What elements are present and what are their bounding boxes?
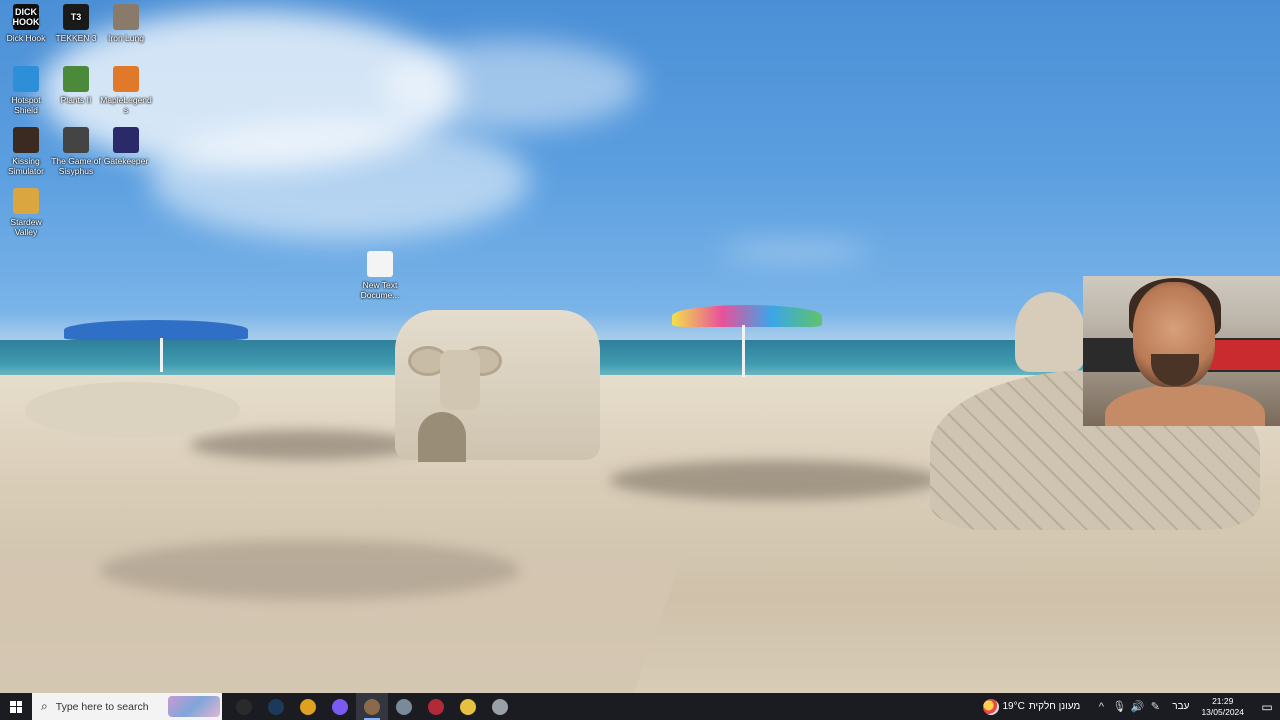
desktop-icon-label: Kissing Simulator	[8, 156, 44, 176]
desktop-icon-game-of-sisyphus[interactable]: The Game of Sisyphus	[50, 127, 102, 176]
background-sign-red	[1208, 340, 1280, 370]
sand-mound	[25, 382, 240, 438]
desktop-icon-label: Hotspot Shield	[11, 95, 41, 115]
desktop-icon-label: Iron Lung	[108, 33, 144, 43]
chrome-icon	[300, 698, 316, 715]
new-text-document-icon	[367, 251, 393, 277]
weather-temp: 19°C	[1002, 701, 1025, 712]
taskbar-app-chrome[interactable]	[292, 693, 324, 720]
cloud	[150, 120, 530, 240]
desktop-icon-hotspot-shield[interactable]: Hotspot Shield	[0, 66, 52, 115]
desktop-icon-label: The Game of Sisyphus	[51, 156, 101, 176]
system-tray: 19°C מעונן חלקית ^ 🎙 🔊 ✎ עבר 21:29 13/05…	[982, 693, 1280, 720]
taskbar-app-app9[interactable]	[484, 693, 516, 720]
dick-hook-icon: DICK HOOK	[13, 4, 40, 30]
maplelegends-icon	[113, 66, 139, 92]
desktop-icon-iron-lung[interactable]: Iron Lung	[100, 4, 152, 43]
desktop-icon-gatekeeper[interactable]: Gatekeeper	[100, 127, 152, 166]
microphone-icon[interactable]: 🎙	[1111, 693, 1127, 720]
weather-widget[interactable]: 19°C מעונן חלקית	[982, 698, 1081, 715]
shadow	[610, 460, 940, 500]
beach-umbrella	[64, 320, 248, 340]
weather-desc: מעונן חלקית	[1028, 701, 1081, 712]
sandcastle-nose	[440, 350, 480, 410]
webcam-overlay	[1083, 276, 1280, 426]
desktop-icon-new-text-document[interactable]: New Text Docume...	[354, 251, 406, 300]
hotspot-shield-icon	[13, 66, 39, 92]
taskbar-search[interactable]: ⌕ Type here to search	[32, 693, 222, 720]
desktop-icon-label: Stardew Valley	[10, 217, 42, 237]
desktop-icon-stardew-valley[interactable]: Stardew Valley	[0, 188, 52, 237]
search-highlight-image	[168, 696, 220, 717]
chevron-up-icon[interactable]: ^	[1093, 693, 1109, 720]
obs-icon	[236, 698, 252, 715]
desktop-icon-maplelegends[interactable]: MapleLegends	[100, 66, 152, 115]
umbrella-pole	[742, 325, 745, 377]
discord-icon	[332, 698, 348, 715]
taskbar-apps	[228, 693, 516, 720]
taskbar-app-tekken[interactable]	[420, 693, 452, 720]
desktop-icon-tekken3[interactable]: T3 TEKKEN 3	[50, 4, 102, 43]
taskbar-app-steam[interactable]	[260, 693, 292, 720]
desktop-icon-label: TEKKEN 3	[55, 33, 97, 43]
shadow	[190, 430, 420, 460]
cloud	[720, 244, 870, 258]
iron-lung-icon	[113, 4, 139, 30]
beach-umbrella	[672, 305, 822, 327]
steam-icon	[268, 698, 284, 715]
sandcastle-door	[418, 412, 466, 462]
taskbar-app-app6[interactable]	[388, 693, 420, 720]
gatekeeper-icon	[113, 127, 139, 153]
taskbar-app-obs[interactable]	[228, 693, 260, 720]
start-button[interactable]	[0, 693, 32, 720]
desktop-icon-kissing-simulator[interactable]: Kissing Simulator	[0, 127, 52, 176]
taskbar-app-discord[interactable]	[324, 693, 356, 720]
folder-icon	[460, 698, 476, 715]
desktop-icon-label: Gatekeeper	[103, 156, 149, 166]
taskbar: ⌕ Type here to search 19°C מעונן חלקית ^…	[0, 693, 1280, 720]
notification-icon[interactable]: ▭	[1254, 693, 1280, 720]
search-placeholder: Type here to search	[55, 700, 149, 713]
search-icon: ⌕	[41, 699, 48, 713]
stardew-valley-icon	[13, 188, 39, 214]
kissing-simulator-icon	[13, 127, 39, 153]
shadow	[100, 540, 520, 600]
pineapple-top	[1015, 292, 1085, 372]
game-icon	[364, 698, 380, 715]
desktop-icon-label: New Text Docume...	[360, 280, 400, 300]
clock[interactable]: 21:29 13/05/2024	[1201, 696, 1244, 718]
pen-icon[interactable]: ✎	[1147, 693, 1163, 720]
desktop-icon-plants[interactable]: Plants II	[50, 66, 102, 105]
cloud	[380, 40, 640, 130]
clock-time: 21:29	[1212, 695, 1234, 706]
weather-icon	[982, 698, 999, 715]
plants-icon	[63, 66, 89, 92]
taskbar-app-game[interactable]	[356, 693, 388, 720]
volume-icon[interactable]: 🔊	[1129, 693, 1145, 720]
desktop-icon-dick-hook[interactable]: DICK HOOK Dick Hook	[0, 4, 52, 43]
window-icon	[396, 698, 412, 715]
tekken3-icon: T3	[63, 4, 89, 30]
windows-logo-icon	[10, 700, 22, 713]
game-of-sisyphus-icon	[63, 127, 89, 153]
clock-date: 13/05/2024	[1201, 706, 1244, 717]
desktop-icon-label: MapleLegends	[100, 95, 152, 115]
tekken-icon	[428, 698, 444, 715]
language-indicator[interactable]: עבר	[1172, 701, 1189, 712]
shield-icon	[492, 698, 508, 715]
desktop-icon-label: Dick Hook	[6, 33, 46, 43]
umbrella-pole	[160, 338, 163, 372]
taskbar-app-explorer[interactable]	[452, 693, 484, 720]
desktop-icon-label: Plants II	[60, 95, 92, 105]
person-shoulders	[1105, 384, 1265, 426]
